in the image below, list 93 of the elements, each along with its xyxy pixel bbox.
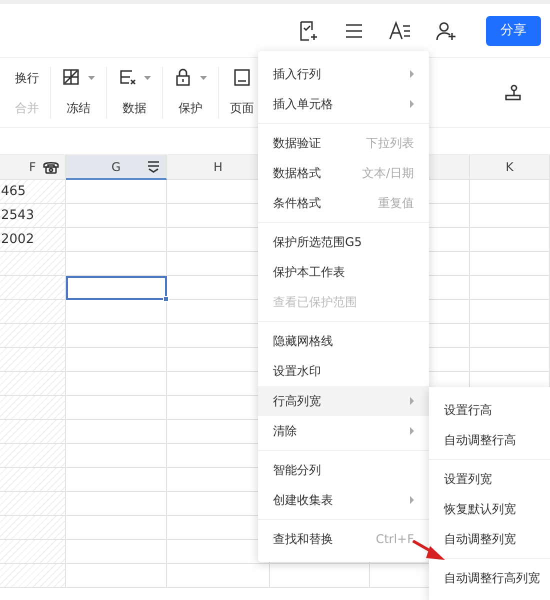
menu-item[interactable]: 查找和替换 Ctrl+F xyxy=(258,524,429,554)
grid-cell[interactable] xyxy=(0,516,66,540)
grid-cell[interactable] xyxy=(470,180,550,204)
grid-cell[interactable] xyxy=(0,300,66,324)
wrap-text-button[interactable]: 换行 xyxy=(15,68,39,86)
menu-item[interactable]: 自动调整行高 xyxy=(429,425,550,455)
submenu-arrow-icon xyxy=(410,397,414,405)
grid-cell[interactable] xyxy=(0,372,66,396)
annotation-arrow xyxy=(412,540,446,562)
grid-cell[interactable] xyxy=(470,252,550,276)
grid-cell[interactable] xyxy=(66,492,167,516)
grid-cell[interactable] xyxy=(0,324,66,348)
menu-item[interactable]: 智能分列 xyxy=(258,455,429,485)
caret-icon[interactable] xyxy=(88,76,95,80)
telephone-icon xyxy=(43,160,59,174)
menu-item[interactable]: 设置水印 xyxy=(258,356,429,386)
grid-cell[interactable] xyxy=(66,444,167,468)
menu-item[interactable]: 设置列宽 xyxy=(429,464,550,494)
menu-item[interactable]: 恢复默认列宽 xyxy=(429,494,550,524)
caret-icon[interactable] xyxy=(200,76,207,80)
submenu-arrow-icon xyxy=(410,427,414,435)
grid-cell[interactable] xyxy=(0,540,66,564)
stamp-icon[interactable] xyxy=(504,84,522,102)
grid-cell[interactable]: 465 xyxy=(0,180,66,204)
toolbar-label[interactable]: 数据 xyxy=(122,99,146,117)
grid-cell[interactable]: 2002 xyxy=(0,228,66,252)
grid-cell[interactable]: 2543 xyxy=(0,204,66,228)
grid-cell[interactable] xyxy=(66,300,167,324)
grid-cell[interactable] xyxy=(66,324,167,348)
grid-cell[interactable] xyxy=(0,420,66,444)
toolbar-label[interactable]: 保护 xyxy=(178,99,202,117)
toolbar-label[interactable]: 页面 xyxy=(230,99,254,117)
selected-cell[interactable] xyxy=(66,276,167,300)
grid-cell[interactable] xyxy=(66,468,167,492)
toolbar-label[interactable]: 冻结 xyxy=(66,99,90,117)
shortcut-text: 文本/日期 xyxy=(362,165,414,182)
menu-item[interactable]: 插入单元格 xyxy=(258,89,429,119)
menu-item[interactable]: 自动调整列宽 xyxy=(429,524,550,554)
grid-cell[interactable] xyxy=(470,228,550,252)
submenu-arrow-icon xyxy=(410,100,414,108)
shortcut-text: 下拉列表 xyxy=(366,135,414,152)
grid-cell[interactable] xyxy=(470,276,550,300)
grid-cell[interactable] xyxy=(0,396,66,420)
menu-item[interactable]: 保护本工作表 xyxy=(258,257,429,287)
share-button[interactable]: 分享 xyxy=(486,16,541,46)
grid-cell[interactable] xyxy=(66,396,167,420)
menu-item[interactable]: 隐藏网格线 xyxy=(258,326,429,356)
grid-cell[interactable] xyxy=(66,204,167,228)
grid-cell[interactable] xyxy=(167,564,270,588)
grid-cell[interactable] xyxy=(470,204,550,228)
grid-cell[interactable] xyxy=(66,348,167,372)
grid-cell[interactable] xyxy=(270,564,370,588)
submenu-arrow-icon xyxy=(410,496,414,504)
menu-item[interactable]: 清除 xyxy=(258,416,429,446)
submenu-arrow-icon xyxy=(410,70,414,78)
grid-cell[interactable] xyxy=(0,564,66,588)
fill-handle[interactable] xyxy=(163,296,169,302)
shortcut-text: 重复值 xyxy=(378,195,414,212)
grid-cell[interactable] xyxy=(0,276,66,300)
grid-cell[interactable] xyxy=(0,348,66,372)
grid-cell[interactable] xyxy=(0,444,66,468)
menu-item[interactable]: 创建收集表 xyxy=(258,485,429,515)
grid-cell[interactable] xyxy=(66,564,167,588)
grid-cell[interactable] xyxy=(470,348,550,372)
column-header[interactable]: F xyxy=(0,155,66,180)
data-validation-icon[interactable] xyxy=(118,68,136,87)
grid-cell[interactable] xyxy=(470,324,550,348)
grid-cell[interactable] xyxy=(0,252,66,276)
grid-cell[interactable] xyxy=(0,492,66,516)
grid-cell[interactable] xyxy=(66,420,167,444)
grid-cell[interactable] xyxy=(66,252,167,276)
grid-cell[interactable] xyxy=(66,228,167,252)
column-header[interactable]: G xyxy=(66,155,167,180)
grid-cell[interactable] xyxy=(470,300,550,324)
menu-item[interactable]: 行高列宽 xyxy=(258,386,429,416)
menu-item[interactable]: 设置行高 xyxy=(429,395,550,425)
grid-cell[interactable] xyxy=(66,540,167,564)
menu-item[interactable]: 自动调整行高列宽 xyxy=(429,563,550,593)
column-header[interactable]: K xyxy=(470,155,550,180)
menu-item[interactable]: 条件格式 重复值 xyxy=(258,188,429,218)
menu-item[interactable]: 数据验证 下拉列表 xyxy=(258,128,429,158)
menu-item[interactable]: 保护所选范围G5 xyxy=(258,227,429,257)
caret-icon[interactable] xyxy=(144,76,151,80)
freeze-icon[interactable] xyxy=(62,68,80,87)
grid-cell[interactable] xyxy=(66,516,167,540)
lock-icon[interactable] xyxy=(174,68,192,87)
grid-cell[interactable] xyxy=(0,468,66,492)
grid-cell[interactable] xyxy=(66,372,167,396)
shortcut-text: Ctrl+F xyxy=(376,531,414,548)
menu-item[interactable]: 插入行列 xyxy=(258,59,429,89)
grid-cell[interactable] xyxy=(66,180,167,204)
filter-icon[interactable] xyxy=(147,161,160,173)
page-icon[interactable] xyxy=(233,68,251,87)
